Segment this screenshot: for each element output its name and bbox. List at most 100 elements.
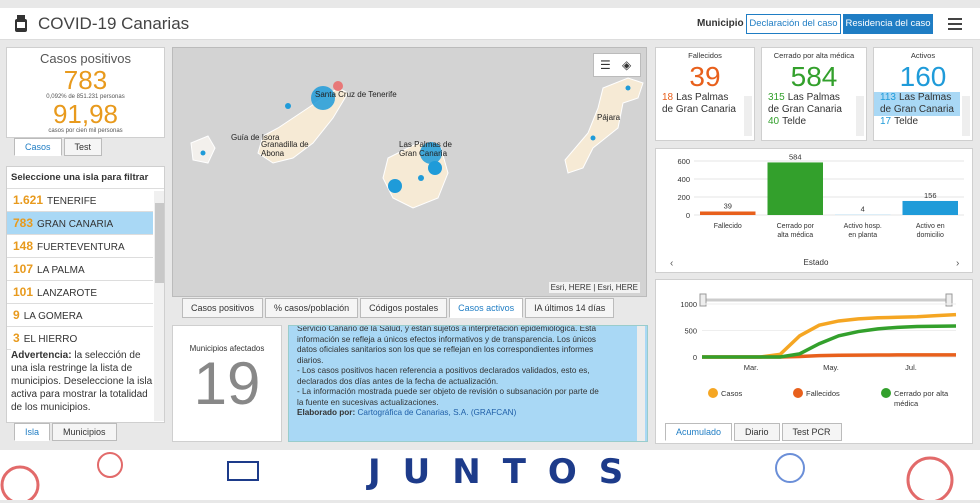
- card-scrollbar[interactable]: [744, 96, 752, 136]
- map-canvas[interactable]: [173, 48, 648, 298]
- casos-value: 783: [7, 66, 164, 94]
- info-line: - La información mostrada puede ser obje…: [289, 387, 647, 398]
- x-tick-label: Jul.: [905, 363, 917, 372]
- y-tick-label: 600: [677, 157, 690, 166]
- card-title: Fallecidos: [656, 51, 754, 60]
- island-tabs: Isla Municipios: [14, 423, 119, 441]
- map-tools: ☰ ◈: [593, 53, 641, 77]
- evolution-line-chart-panel: 05001000Mar.May.Jul.CasosFallecidosCerra…: [655, 279, 973, 444]
- bar-value-label: 4: [861, 205, 865, 214]
- bar-value-label: 584: [789, 152, 802, 161]
- y-tick-label: 1000: [680, 300, 697, 309]
- info-line: datos oficiales sanitarios son los que s…: [289, 345, 647, 356]
- island-scrollbar[interactable]: [154, 191, 165, 421]
- card-title: Activos: [874, 51, 972, 60]
- y-tick-label: 200: [677, 193, 690, 202]
- tab-acumulado[interactable]: Acumulado: [665, 423, 732, 441]
- info-text-panel: Servicio Canario de la Salud, y están su…: [288, 325, 648, 442]
- list-item[interactable]: 107LA PALMA: [7, 258, 153, 281]
- y-tick-label: 500: [684, 327, 697, 336]
- layers-icon[interactable]: ◈: [622, 58, 631, 72]
- list-item[interactable]: 40Telde: [762, 116, 854, 128]
- list-item[interactable]: 1.621TENERIFE: [7, 189, 153, 212]
- fallecidos-card: Fallecidos 39 18Las Palmas de Gran Canar…: [655, 47, 755, 141]
- bar-value-label: 156: [924, 191, 937, 200]
- x-tick-label: en planta: [848, 232, 877, 239]
- advertencia-text: Advertencia: la selección de una isla re…: [11, 349, 153, 414]
- estado-bar-chart: 020040060039Fallecido584Cerrado poralta …: [656, 149, 972, 272]
- cerrado-card: Cerrado por alta médica 584 315Las Palma…: [761, 47, 867, 141]
- map-view[interactable]: Santa Cruz de Tenerife Guía de Isora Gra…: [172, 47, 647, 297]
- bar: [903, 201, 959, 215]
- tab-casos[interactable]: Casos: [14, 138, 62, 156]
- casos-rate: 91,98: [7, 100, 164, 128]
- info-line: información se refleja a únicos efectos …: [289, 335, 647, 346]
- y-tick-label: 0: [686, 211, 690, 220]
- declaracion-button[interactable]: Declaración del caso: [746, 14, 841, 34]
- y-tick-label: 400: [677, 175, 690, 184]
- island-shape: [565, 78, 643, 173]
- casos-rate-text: casos por cien mil personas: [7, 128, 164, 134]
- legend-label: Cerrado por alta: [894, 389, 949, 398]
- card-value: 39: [656, 62, 754, 92]
- list-item[interactable]: 148FUERTEVENTURA: [7, 235, 153, 258]
- legend-list-icon[interactable]: ☰: [600, 58, 611, 72]
- list-item[interactable]: 9LA GOMERA: [7, 304, 153, 327]
- card-scrollbar[interactable]: [856, 96, 864, 136]
- tab-codigos-postales[interactable]: Códigos postales: [360, 298, 447, 318]
- app-title: COVID-19 Canarias: [38, 14, 189, 34]
- info-line: - Los casos positivos hacen referencia a…: [289, 366, 647, 377]
- x-axis-label: Estado: [804, 258, 829, 267]
- card-value: 584: [762, 62, 866, 92]
- map-label: Pájara: [597, 113, 620, 122]
- map-tabs: Casos positivos % casos/población Código…: [182, 298, 616, 318]
- list-item[interactable]: 17Telde: [874, 116, 960, 128]
- tab-casos-poblacion[interactable]: % casos/población: [265, 298, 358, 318]
- map-label: Santa Cruz de Tenerife: [315, 90, 397, 99]
- card-title: Cerrado por alta médica: [762, 51, 866, 60]
- island-filter-panel: Seleccione una isla para filtrar 1.621TE…: [6, 166, 165, 423]
- info-scrollbar[interactable]: [637, 326, 645, 441]
- juntos-banner-text: JUNTOS: [368, 452, 645, 492]
- legend-swatch: [708, 388, 718, 398]
- tab-test-pcr[interactable]: Test PCR: [782, 423, 842, 441]
- evolution-line-chart: 05001000Mar.May.Jul.CasosFallecidosCerra…: [656, 280, 972, 420]
- x-tick-label: domicilio: [917, 232, 944, 239]
- tab-test[interactable]: Test: [64, 138, 103, 156]
- municipios-value: 19: [173, 353, 281, 415]
- island-heading: Seleccione una isla para filtrar: [7, 167, 164, 189]
- x-tick-label: alta médica: [777, 232, 813, 239]
- activos-card: Activos 160 113Las Palmas de Gran Canari…: [873, 47, 973, 141]
- card-scrollbar[interactable]: [962, 96, 970, 136]
- info-line: la fuente en sucesivas actualizaciones.: [289, 398, 647, 409]
- legend-label: Fallecidos: [806, 389, 840, 398]
- list-item[interactable]: 113Las Palmas de Gran Canaria: [874, 92, 960, 116]
- list-item[interactable]: 3EL HIERRO: [7, 327, 153, 350]
- list-item[interactable]: 101LANZAROTE: [7, 281, 153, 304]
- elaborado-line: Elaborado por: Cartográfica de Canarias,…: [289, 408, 647, 419]
- app-header: COVID-19 Canarias Municipio Declaración …: [0, 8, 980, 40]
- card-value: 160: [874, 62, 972, 92]
- list-item[interactable]: 315Las Palmas de Gran Canaria: [762, 92, 854, 116]
- bar: [768, 162, 824, 215]
- canarias-logo-icon: [12, 14, 30, 34]
- tab-diario[interactable]: Diario: [734, 423, 780, 441]
- map-label: Granadilla de Abona: [261, 140, 321, 158]
- tab-municipios[interactable]: Municipios: [52, 423, 117, 441]
- tab-casos-activos[interactable]: Casos activos: [449, 298, 523, 318]
- residencia-button[interactable]: Residencia del caso: [843, 14, 933, 34]
- tab-casos-positivos[interactable]: Casos positivos: [182, 298, 263, 318]
- municipio-label: Municipio: [697, 18, 744, 29]
- y-tick-label: 0: [693, 353, 697, 362]
- list-item[interactable]: 783GRAN CANARIA: [7, 212, 153, 235]
- menu-icon[interactable]: [948, 18, 962, 30]
- legend-label: Casos: [721, 389, 743, 398]
- tab-isla[interactable]: Isla: [14, 423, 50, 441]
- list-item[interactable]: 18Las Palmas de Gran Canaria: [656, 92, 742, 116]
- info-line: Servicio Canario de la Salud, y están su…: [289, 325, 647, 335]
- municipios-afectados-panel: Municipios afectados 19: [172, 325, 282, 442]
- map-label: Las Palmas de Gran Canaria: [399, 140, 469, 158]
- tab-ia-14-dias[interactable]: IA últimos 14 días: [525, 298, 614, 318]
- legend-swatch: [793, 388, 803, 398]
- chevron-right-icon: ›: [956, 258, 959, 269]
